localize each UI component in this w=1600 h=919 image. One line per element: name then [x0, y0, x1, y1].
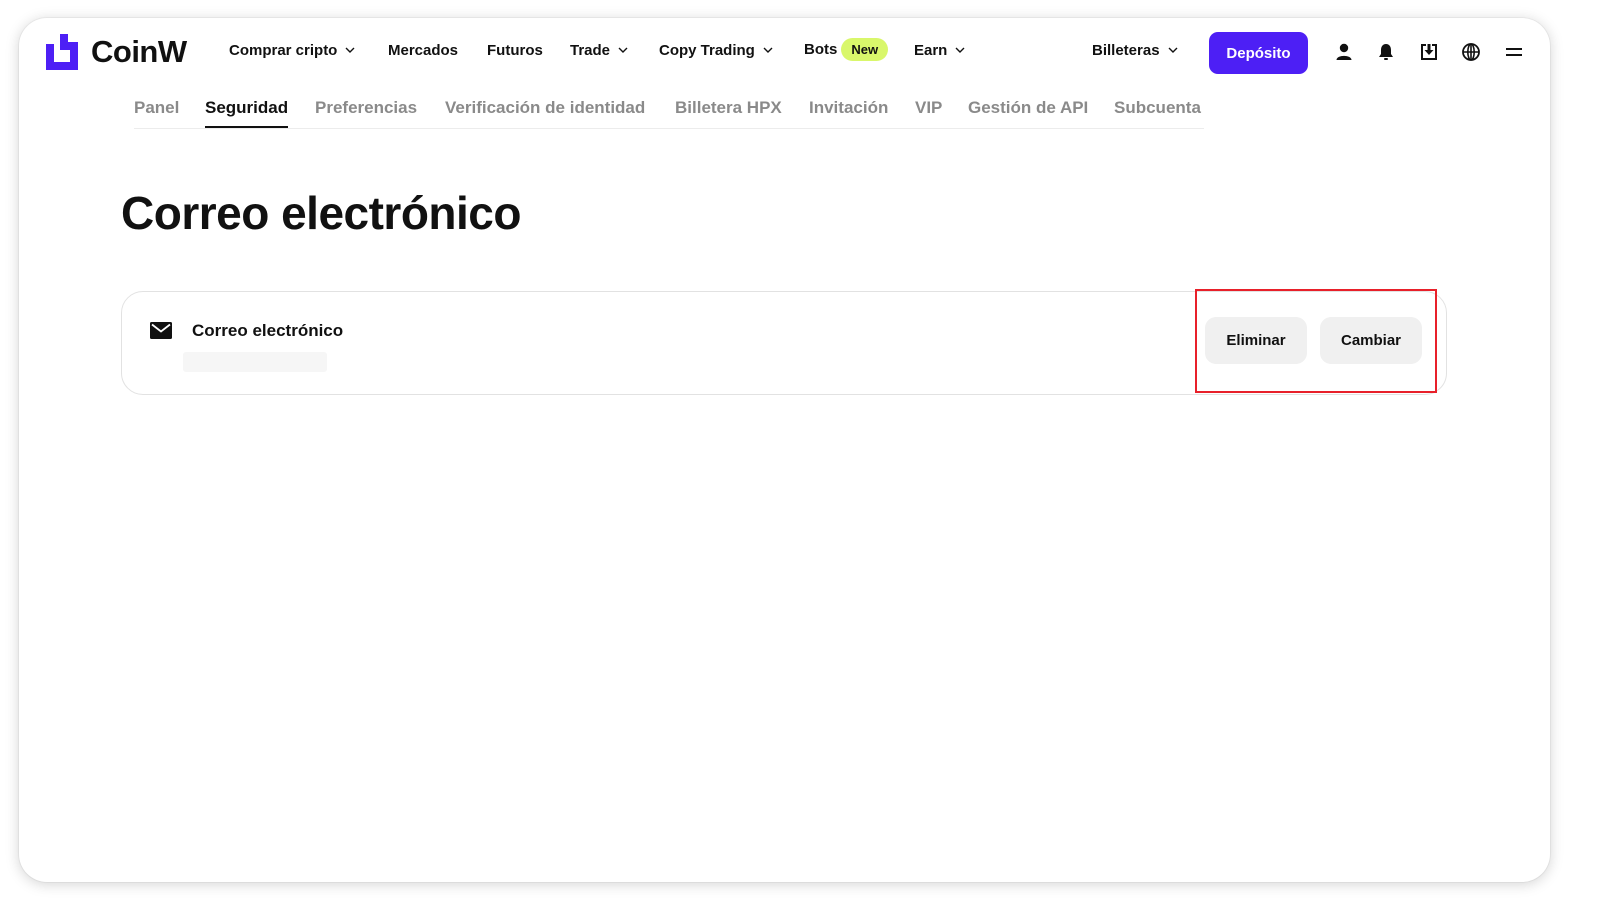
chevron-down-icon [618, 47, 628, 53]
nav-trade[interactable]: Trade [570, 42, 628, 59]
new-badge: New [841, 38, 889, 61]
deposit-button[interactable]: Depósito [1209, 32, 1308, 74]
nav-bots[interactable]: Bots New [804, 38, 889, 61]
nav-copy-trading[interactable]: Copy Trading [659, 42, 773, 59]
chevron-down-icon [1168, 47, 1178, 53]
chevron-down-icon [955, 47, 965, 53]
chevron-down-icon [345, 47, 355, 53]
tab-subcuenta[interactable]: Subcuenta [1114, 98, 1201, 118]
nav-label: Comprar cripto [229, 42, 338, 59]
logo[interactable]: CoinW [46, 34, 187, 70]
download-icon[interactable] [1419, 42, 1439, 62]
nav-label: Trade [570, 42, 611, 59]
nav-label: Earn [914, 42, 948, 59]
tab-vip[interactable]: VIP [915, 98, 942, 118]
nav-earn[interactable]: Earn [914, 42, 965, 59]
tab-panel[interactable]: Panel [134, 98, 179, 118]
globe-icon[interactable] [1461, 42, 1481, 62]
brand-name: CoinW [91, 34, 187, 69]
coinw-logo-icon [46, 34, 78, 70]
mail-icon [150, 322, 172, 339]
bell-icon[interactable] [1376, 42, 1396, 62]
chevron-down-icon [763, 47, 773, 53]
menu-icon[interactable] [1504, 42, 1524, 62]
tab-verificacion-identidad[interactable]: Verificación de identidad [445, 98, 645, 118]
nav-label: Billeteras [1092, 42, 1160, 59]
account-subtabs: Panel Seguridad Preferencias Verificació… [134, 96, 1204, 129]
nav-billeteras[interactable]: Billeteras [1092, 42, 1178, 59]
nav-label: Futuros [487, 42, 543, 59]
email-value-redacted [183, 352, 327, 372]
nav-label: Bots [804, 41, 838, 58]
email-label: Correo electrónico [192, 321, 344, 340]
page-title: Correo electrónico [121, 187, 522, 239]
user-icon[interactable] [1334, 42, 1354, 62]
nav-mercados[interactable]: Mercados [388, 42, 458, 59]
nav-futuros[interactable]: Futuros [487, 42, 543, 59]
tab-invitacion[interactable]: Invitación [809, 98, 888, 118]
nav-label: Copy Trading [659, 42, 755, 59]
tab-preferencias[interactable]: Preferencias [315, 98, 417, 118]
tab-billetera-hpx[interactable]: Billetera HPX [675, 98, 782, 118]
highlight-annotation-box [1195, 289, 1437, 393]
app-window: CoinW Comprar cripto Mercados Futuros Tr… [19, 18, 1550, 882]
top-navbar: CoinW Comprar cripto Mercados Futuros Tr… [19, 18, 1550, 88]
nav-comprar-cripto[interactable]: Comprar cripto [229, 42, 355, 59]
tab-seguridad[interactable]: Seguridad [205, 98, 289, 128]
nav-label: Mercados [388, 42, 459, 59]
tab-gestion-api[interactable]: Gestión de API [968, 98, 1088, 118]
